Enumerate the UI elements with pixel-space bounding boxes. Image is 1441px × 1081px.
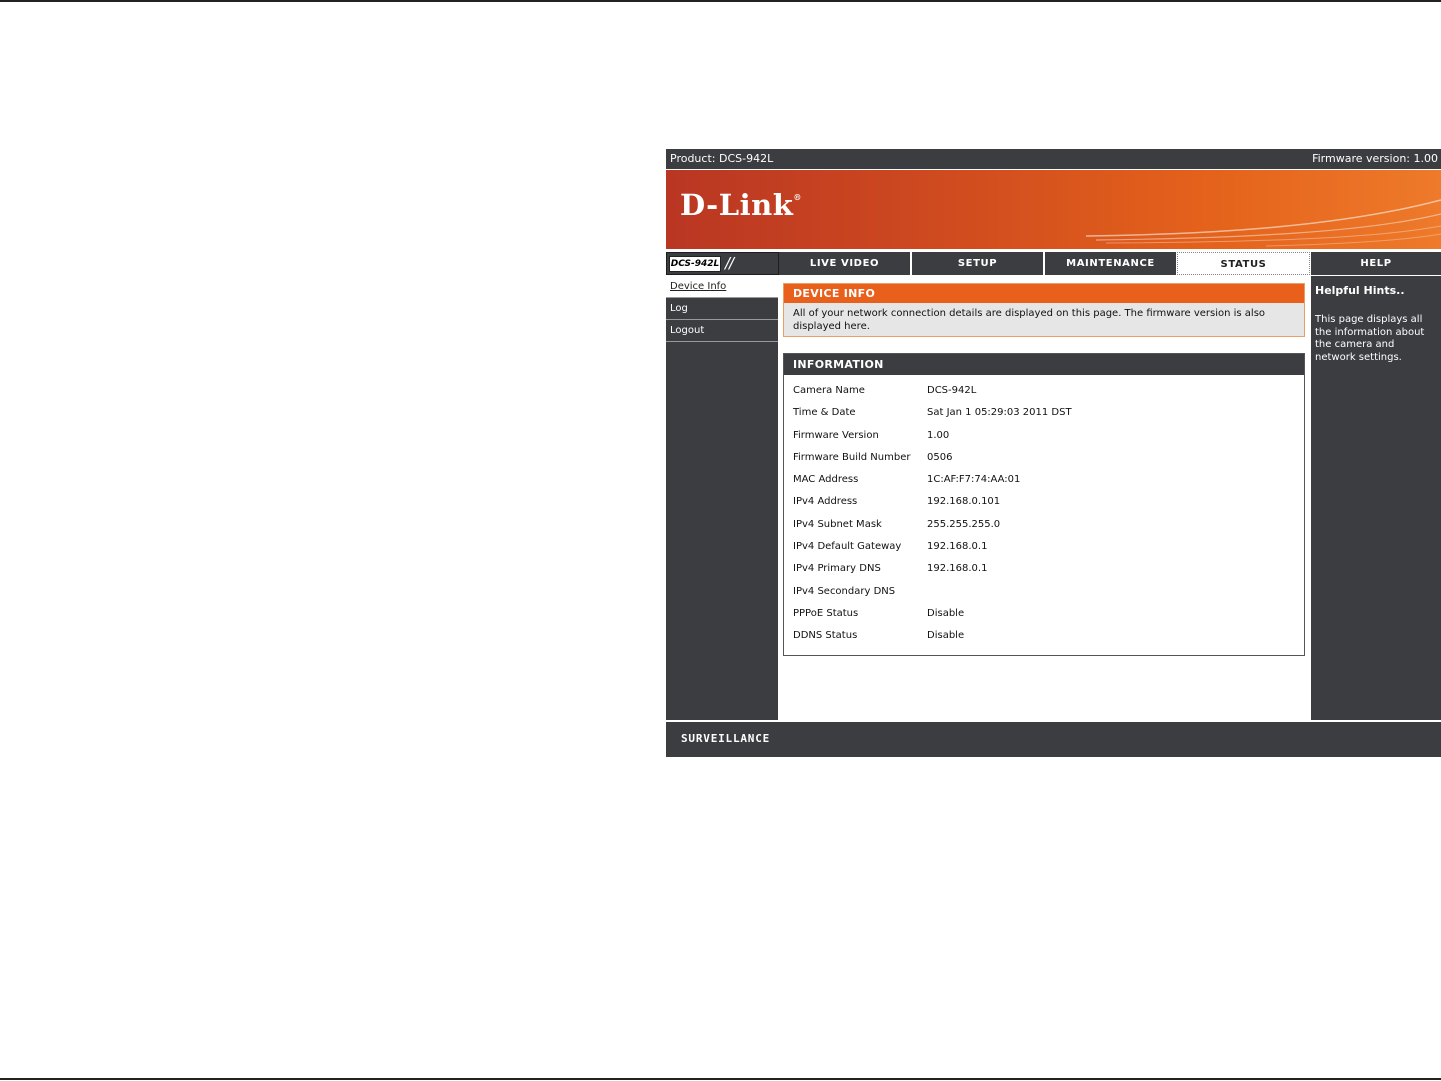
table-row: MAC Address 1C:AF:F7:74:AA:01	[793, 474, 1227, 496]
row-value: 1.00	[927, 429, 950, 441]
table-row: Camera Name DCS-942L	[793, 385, 1227, 407]
top-info-bar: Product: DCS-942L Firmware version: 1.00	[666, 149, 1441, 169]
help-panel: Helpful Hints.. This page displays all t…	[1311, 276, 1441, 720]
row-value: 192.168.0.1	[927, 563, 988, 575]
tab-status[interactable]: STATUS	[1177, 252, 1310, 275]
logo-registered-mark: ®	[793, 192, 802, 202]
main-content: DEVICE INFO All of your network connecti…	[778, 276, 1310, 720]
row-value: 192.168.0.1	[927, 541, 988, 553]
table-row: DDNS Status Disable	[793, 630, 1227, 652]
row-value: 255.255.255.0	[927, 518, 1001, 530]
table-row: IPv4 Address 192.168.0.101	[793, 496, 1227, 518]
model-name: DCS-942L	[669, 256, 721, 272]
footer-bar: SURVEILLANCE	[666, 722, 1441, 757]
table-row: Firmware Build Number 0506	[793, 452, 1227, 474]
table-row: Firmware Version 1.00	[793, 430, 1227, 452]
firmware-version-label: Firmware version: 1.00	[1312, 152, 1438, 165]
page-top-rule	[0, 0, 1441, 2]
table-row: Time & Date Sat Jan 1 05:29:03 2011 DST	[793, 407, 1227, 429]
help-title: Helpful Hints..	[1315, 284, 1405, 297]
logo-text: D-Link	[680, 188, 794, 222]
surveillance-logo: SURVEILLANCE	[681, 732, 771, 745]
row-label: IPv4 Address	[793, 496, 858, 508]
row-label: PPPoE Status	[793, 607, 859, 619]
table-row: IPv4 Secondary DNS	[793, 586, 1227, 608]
row-value: 0506	[927, 451, 953, 463]
row-value: Disable	[927, 607, 965, 619]
device-info-title: DEVICE INFO	[784, 284, 1304, 303]
product-label: Product: DCS-942L	[670, 152, 774, 165]
row-label: Camera Name	[793, 385, 865, 396]
table-row: IPv4 Subnet Mask 255.255.255.0	[793, 519, 1227, 541]
row-label: Time & Date	[793, 407, 856, 419]
row-label: Firmware Version	[793, 429, 879, 441]
row-value	[927, 586, 1227, 608]
row-value: Disable	[927, 630, 965, 642]
row-value: 1C:AF:F7:74:AA:01	[927, 474, 1021, 486]
table-row: IPv4 Primary DNS 192.168.0.1	[793, 563, 1227, 585]
brand-banner: D-Link®	[666, 170, 1441, 249]
device-info-panel: DEVICE INFO All of your network connecti…	[783, 283, 1305, 337]
model-badge: DCS-942L //	[666, 252, 779, 275]
row-value: Sat Jan 1 05:29:03 2011 DST	[927, 407, 1072, 419]
table-row: PPPoE Status Disable	[793, 608, 1227, 630]
information-table: Camera Name DCS-942L Time & Date Sat Jan 1…	[793, 385, 1227, 653]
sidebar-menu: Device Info Log Logout	[666, 276, 778, 720]
row-label: IPv4 Secondary DNS	[793, 585, 896, 597]
row-label: Firmware Build Number	[793, 451, 911, 463]
row-label: MAC Address	[793, 474, 859, 486]
information-title: INFORMATION	[784, 354, 1304, 375]
table-row: IPv4 Default Gateway 192.168.0.1	[793, 541, 1227, 563]
sidebar-item-logout[interactable]: Logout	[666, 320, 778, 342]
help-text: This page displays all the information a…	[1315, 314, 1425, 363]
dlink-logo: D-Link®	[680, 188, 802, 222]
sidebar-item-device-info[interactable]: Device Info	[666, 276, 778, 298]
row-value: DCS-942L	[927, 385, 977, 396]
tab-setup[interactable]: SETUP	[912, 252, 1044, 275]
device-info-description: All of your network connection details a…	[793, 308, 1266, 332]
sidebar-item-log[interactable]: Log	[666, 298, 778, 320]
tab-maintenance[interactable]: MAINTENANCE	[1045, 252, 1177, 275]
information-panel: INFORMATION Camera Name DCS-942L Time & D…	[783, 353, 1305, 656]
row-label: IPv4 Subnet Mask	[793, 518, 882, 530]
row-value: 192.168.0.101	[927, 496, 1001, 508]
page-bottom-rule	[0, 1078, 1441, 1080]
tab-help[interactable]: HELP	[1311, 252, 1441, 275]
row-label: IPv4 Default Gateway	[793, 541, 902, 553]
row-label: IPv4 Primary DNS	[793, 563, 881, 575]
model-slashes-decoration: //	[725, 254, 734, 272]
camera-web-ui: Product: DCS-942L Firmware version: 1.00…	[666, 149, 1441, 757]
row-label: DDNS Status	[793, 630, 858, 642]
tab-live-video[interactable]: LIVE VIDEO	[779, 252, 911, 275]
main-navigation: DCS-942L // LIVE VIDEO SETUP MAINTENANCE…	[666, 252, 1441, 275]
